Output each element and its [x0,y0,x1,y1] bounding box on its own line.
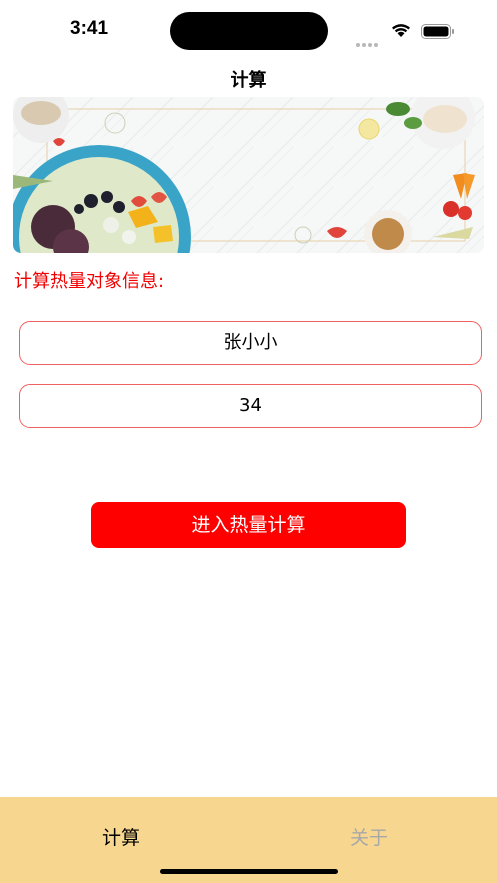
status-time: 3:41 [70,18,109,39]
section-label: 计算热量对象信息: [14,271,165,292]
dynamic-island [170,12,328,50]
battery-icon [421,24,455,39]
tab-calculate[interactable]: 计算 [102,823,140,850]
enter-calorie-calculation-button[interactable]: 进入热量计算 [91,502,406,548]
tab-about[interactable]: 关于 [350,823,388,850]
home-indicator [160,869,338,874]
food-banner-image [13,97,484,253]
name-field[interactable]: 张小小 [19,321,482,365]
status-bar: 3:41 [0,0,497,60]
age-field[interactable]: 34 [19,384,482,428]
tab-bar: 计算 关于 [0,797,497,883]
wifi-icon [390,22,412,38]
cellular-signal-icon [356,32,382,47]
page-title: 计算 [230,70,267,91]
